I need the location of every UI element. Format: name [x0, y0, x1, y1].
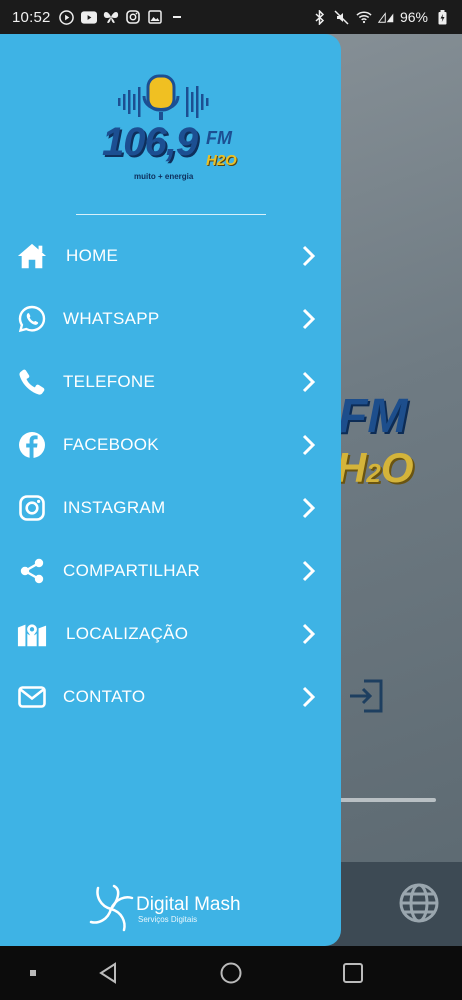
chevron-right-icon [296, 370, 320, 394]
wifi-icon [356, 9, 372, 25]
recents-icon[interactable] [340, 960, 366, 986]
chevron-right-icon [296, 433, 320, 457]
logo-fm: FM [206, 128, 232, 148]
envelope-icon [17, 682, 47, 712]
menu-label-instagram: INSTAGRAM [63, 497, 166, 517]
logo-frequency: 106,9 [102, 120, 198, 164]
drawer-menu: HOME WHATSAPP TELEFONE FACEBOOK INSTAGRA… [0, 224, 341, 728]
menu-label-home: HOME [66, 245, 119, 265]
signal-icon [377, 9, 394, 25]
image-icon [147, 9, 163, 25]
menu-dot-icon[interactable] [20, 960, 46, 986]
facebook-icon [17, 430, 47, 460]
home-icon [17, 241, 47, 271]
background-logo-2: 2 [366, 458, 381, 488]
progress-line [338, 798, 436, 802]
chevron-right-icon [296, 559, 320, 583]
play-icon [59, 9, 75, 25]
logo-tagline: muito + energia [134, 172, 194, 181]
bluetooth-icon [312, 9, 328, 25]
background-logo-o: O [380, 444, 414, 491]
drawer-divider [76, 214, 266, 215]
menu-item-contato[interactable]: CONTATO [0, 665, 341, 728]
background-logo-fm: FM [338, 390, 408, 443]
chevron-right-icon [296, 244, 320, 268]
chevron-right-icon [296, 307, 320, 331]
brand-text: Digital Mash Serviços Digitais [136, 893, 241, 924]
menu-label-whatsapp: WHATSAPP [63, 308, 160, 328]
menu-label-telefone: TELEFONE [63, 371, 156, 391]
instagram-icon [125, 9, 141, 25]
home-nav-icon[interactable] [218, 960, 244, 986]
menu-item-telefone[interactable]: TELEFONE [0, 350, 341, 413]
back-icon[interactable] [96, 960, 122, 986]
brand-name: Digital Mash [136, 893, 241, 915]
chevron-right-icon [296, 685, 320, 709]
navigation-drawer: 106,9 FM H2O muito + energia HOME WHATSA… [0, 34, 341, 946]
minus-icon [169, 9, 185, 25]
notification-icons [59, 9, 185, 25]
globe-icon[interactable] [398, 882, 440, 924]
swirl-logo-icon [86, 884, 136, 934]
brand-subtitle: Serviços Digitais [138, 914, 198, 924]
chevron-right-icon [296, 496, 320, 520]
menu-item-localizacao[interactable]: LOCALIZAÇÃO [0, 602, 341, 665]
system-icons: 96% [312, 9, 450, 25]
battery-percent: 96% [399, 9, 428, 25]
menu-label-compartilhar: COMPARTILHAR [63, 560, 201, 580]
menu-item-instagram[interactable]: INSTAGRAM [0, 476, 341, 539]
menu-item-compartilhar[interactable]: COMPARTILHAR [0, 539, 341, 602]
battery-icon [434, 9, 450, 25]
exit-icon[interactable] [346, 678, 386, 714]
background-logo-h2o: H2O [336, 444, 413, 492]
status-time: 10:52 [12, 8, 51, 26]
instagram-icon [17, 493, 47, 523]
digital-mash-brand[interactable]: Digital Mash Serviços Digitais [86, 884, 266, 934]
menu-item-home[interactable]: HOME [0, 224, 341, 287]
chevron-right-icon [296, 622, 320, 646]
menu-label-contato: CONTATO [63, 686, 146, 706]
logo-h2o: H2O [206, 152, 237, 169]
whatsapp-icon [17, 304, 47, 334]
youtube-icon [80, 9, 97, 25]
menu-item-whatsapp[interactable]: WHATSAPP [0, 287, 341, 350]
system-navigation-bar [0, 946, 462, 1000]
phone-icon [17, 367, 47, 397]
share-icon [17, 556, 47, 586]
map-icon [17, 619, 47, 649]
radio-logo: 106,9 FM H2O muito + energia [100, 72, 240, 220]
menu-item-facebook[interactable]: FACEBOOK [0, 413, 341, 476]
status-bar: 10:52 96% [0, 0, 462, 34]
mute-icon [334, 9, 350, 25]
butterfly-icon [103, 9, 119, 25]
menu-label-facebook: FACEBOOK [63, 434, 159, 454]
menu-label-localizacao: LOCALIZAÇÃO [66, 623, 189, 643]
